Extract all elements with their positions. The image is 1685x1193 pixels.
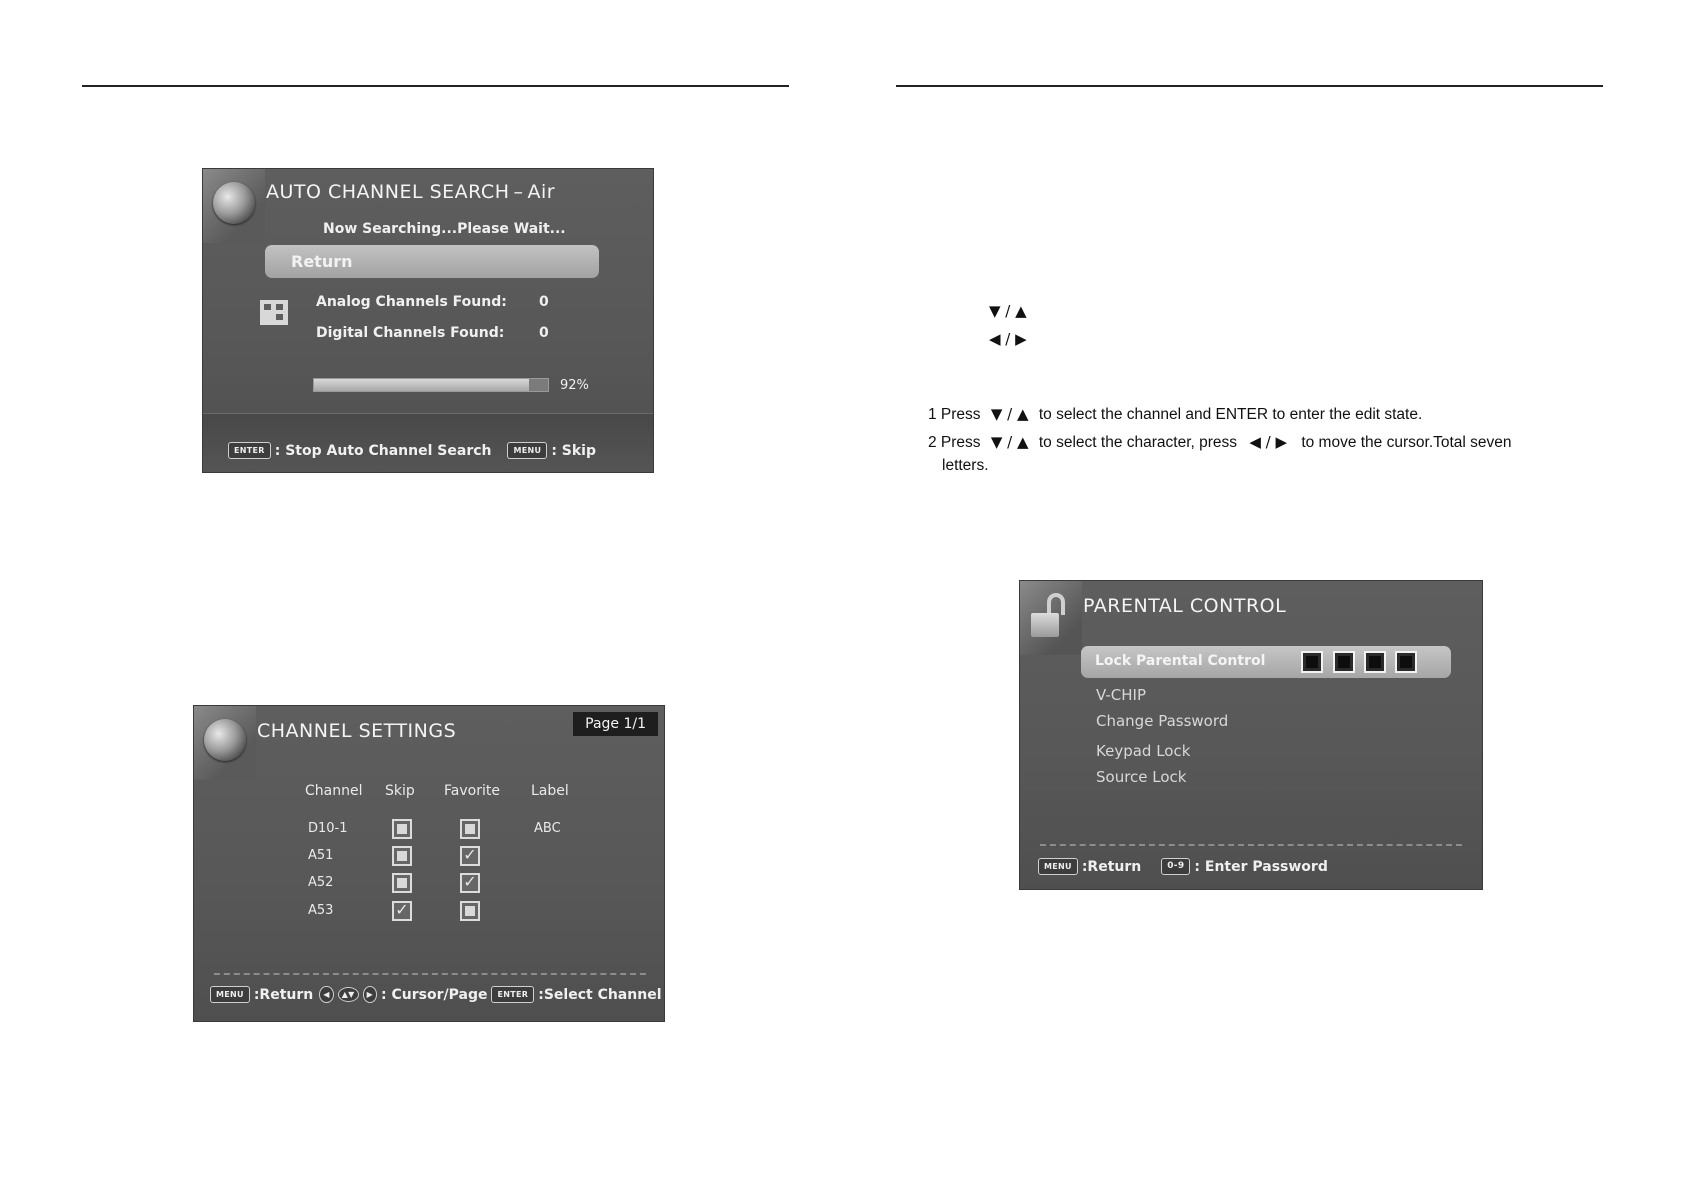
return-hint: :Return [1081, 858, 1142, 875]
checkbox-fill [397, 851, 407, 861]
skip-checkbox[interactable] [392, 819, 412, 839]
digital-found-value: 0 [539, 325, 549, 341]
auto-channel-search-screen: AUTO CHANNEL SEARCH – Air Now Searching...… [202, 168, 654, 473]
updown-arrows-icon: ▼ / ▲ [989, 302, 1027, 320]
right-arrow-key-icon: ▶ [362, 986, 378, 1003]
password-digit-4[interactable] [1395, 651, 1417, 673]
top-rule-right [896, 85, 1603, 87]
select-channel-hint: :Select Channel [538, 986, 662, 1003]
analog-found-label: Analog Channels Found: [316, 294, 507, 310]
menu-key-icon: MENU [507, 442, 548, 459]
password-digit-2[interactable] [1333, 651, 1355, 673]
favorite-checkbox[interactable]: ✓ [460, 872, 480, 893]
updown-arrows-icon: ▼ / ▲ [990, 433, 1029, 451]
screen-title: CHANNEL SETTINGS [257, 720, 457, 742]
checkbox-fill [465, 824, 475, 834]
cursor-page-hint: : Cursor/Page [381, 986, 488, 1003]
skip-checkbox[interactable]: ✓ [392, 900, 412, 921]
checkmark-icon: ✓ [463, 872, 477, 891]
favorite-checkbox[interactable] [460, 819, 480, 839]
updown-arrows-icon: ▼ / ▲ [990, 405, 1029, 423]
lock-parental-control-item[interactable]: Lock Parental Control [1081, 646, 1451, 678]
password-digit-3[interactable] [1364, 651, 1386, 673]
search-progress-bar [313, 378, 549, 392]
channel-label: ABC [534, 821, 561, 836]
stop-search-hint: : Stop Auto Channel Search [274, 442, 492, 459]
channel-globe-icon [204, 719, 246, 761]
channel-settings-screen: CHANNEL SETTINGS Page 1/1 Channel Skip F… [193, 705, 665, 1022]
skip-checkbox[interactable] [392, 846, 412, 866]
checkmark-icon: ✓ [395, 900, 409, 919]
parental-footer: MENU :Return 0-9 : Enter Password [1038, 858, 1328, 875]
channel-name[interactable]: A51 [308, 848, 333, 863]
padlock-body-icon [1031, 613, 1059, 637]
search-footer: ENTER : Stop Auto Channel Search MENU : … [228, 442, 596, 459]
padlock-icon [1047, 593, 1065, 615]
enter-key-icon: ENTER [491, 986, 535, 1003]
checkbox-fill [465, 906, 475, 916]
password-digit-1[interactable] [1301, 651, 1323, 673]
screen-title: PARENTAL CONTROL [1083, 595, 1287, 617]
search-status: Now Searching...Please Wait... [323, 221, 566, 237]
favorite-checkbox[interactable] [460, 901, 480, 921]
menu-key-icon: MENU [210, 986, 250, 1003]
step-2-continued: letters. [942, 457, 989, 474]
channel-name[interactable]: A53 [308, 903, 333, 918]
checkmark-icon: ✓ [463, 845, 477, 864]
return-hint: :Return [253, 986, 314, 1003]
up-down-key-icon: ▲▼ [337, 987, 359, 1002]
checkbox-fill [397, 878, 407, 888]
column-header-favorite: Favorite [444, 783, 500, 799]
search-progress-percent: 92% [560, 378, 589, 393]
channel-name[interactable]: A52 [308, 875, 333, 890]
channel-grid-icon [260, 300, 288, 325]
menu-key-icon: MENU [1038, 858, 1078, 875]
return-button[interactable]: Return [265, 245, 599, 278]
skip-checkbox[interactable] [392, 873, 412, 893]
skip-hint: : Skip [551, 442, 596, 459]
menu-item-change-password[interactable]: Change Password [1096, 712, 1228, 730]
menu-item-source-lock[interactable]: Source Lock [1096, 768, 1187, 786]
favorite-checkbox[interactable]: ✓ [460, 845, 480, 866]
enter-password-hint: : Enter Password [1194, 858, 1328, 875]
menu-item-v-chip[interactable]: V-CHIP [1096, 686, 1146, 704]
channel-name[interactable]: D10-1 [308, 821, 348, 836]
footer-divider [1040, 844, 1462, 846]
step-1: 1 Press ▼ / ▲ to select the channel and … [928, 405, 1423, 423]
footer-divider [214, 973, 646, 975]
channel-footer: MENU :Return ◀ ▲▼ ▶ : Cursor/Page ENTER … [210, 986, 662, 1003]
left-arrow-key-icon: ◀ [319, 986, 334, 1003]
channel-globe-icon [213, 182, 255, 224]
leftright-arrows-icon: ◀ / ▶ [989, 330, 1027, 348]
lock-parental-control-label: Lock Parental Control [1095, 653, 1266, 669]
screen-title: AUTO CHANNEL SEARCH – Air [266, 181, 556, 203]
enter-key-icon: ENTER [228, 442, 271, 459]
leftright-arrows-icon: ◀ / ▶ [1249, 433, 1287, 451]
parental-control-screen: PARENTAL CONTROL Lock Parental Control V… [1019, 580, 1483, 890]
digital-found-label: Digital Channels Found: [316, 325, 505, 341]
menu-item-keypad-lock[interactable]: Keypad Lock [1096, 742, 1190, 760]
column-header-label: Label [531, 783, 569, 799]
checkbox-fill [397, 824, 407, 834]
top-rule-left [82, 85, 789, 87]
column-header-channel: Channel [305, 783, 363, 799]
number-key-icon: 0-9 [1161, 858, 1191, 875]
analog-found-value: 0 [539, 294, 549, 310]
step-2: 2 Press ▼ / ▲ to select the character, p… [928, 433, 1512, 451]
column-header-skip: Skip [385, 783, 415, 799]
search-progress-fill [314, 379, 530, 391]
page-indicator: Page 1/1 [573, 712, 658, 736]
